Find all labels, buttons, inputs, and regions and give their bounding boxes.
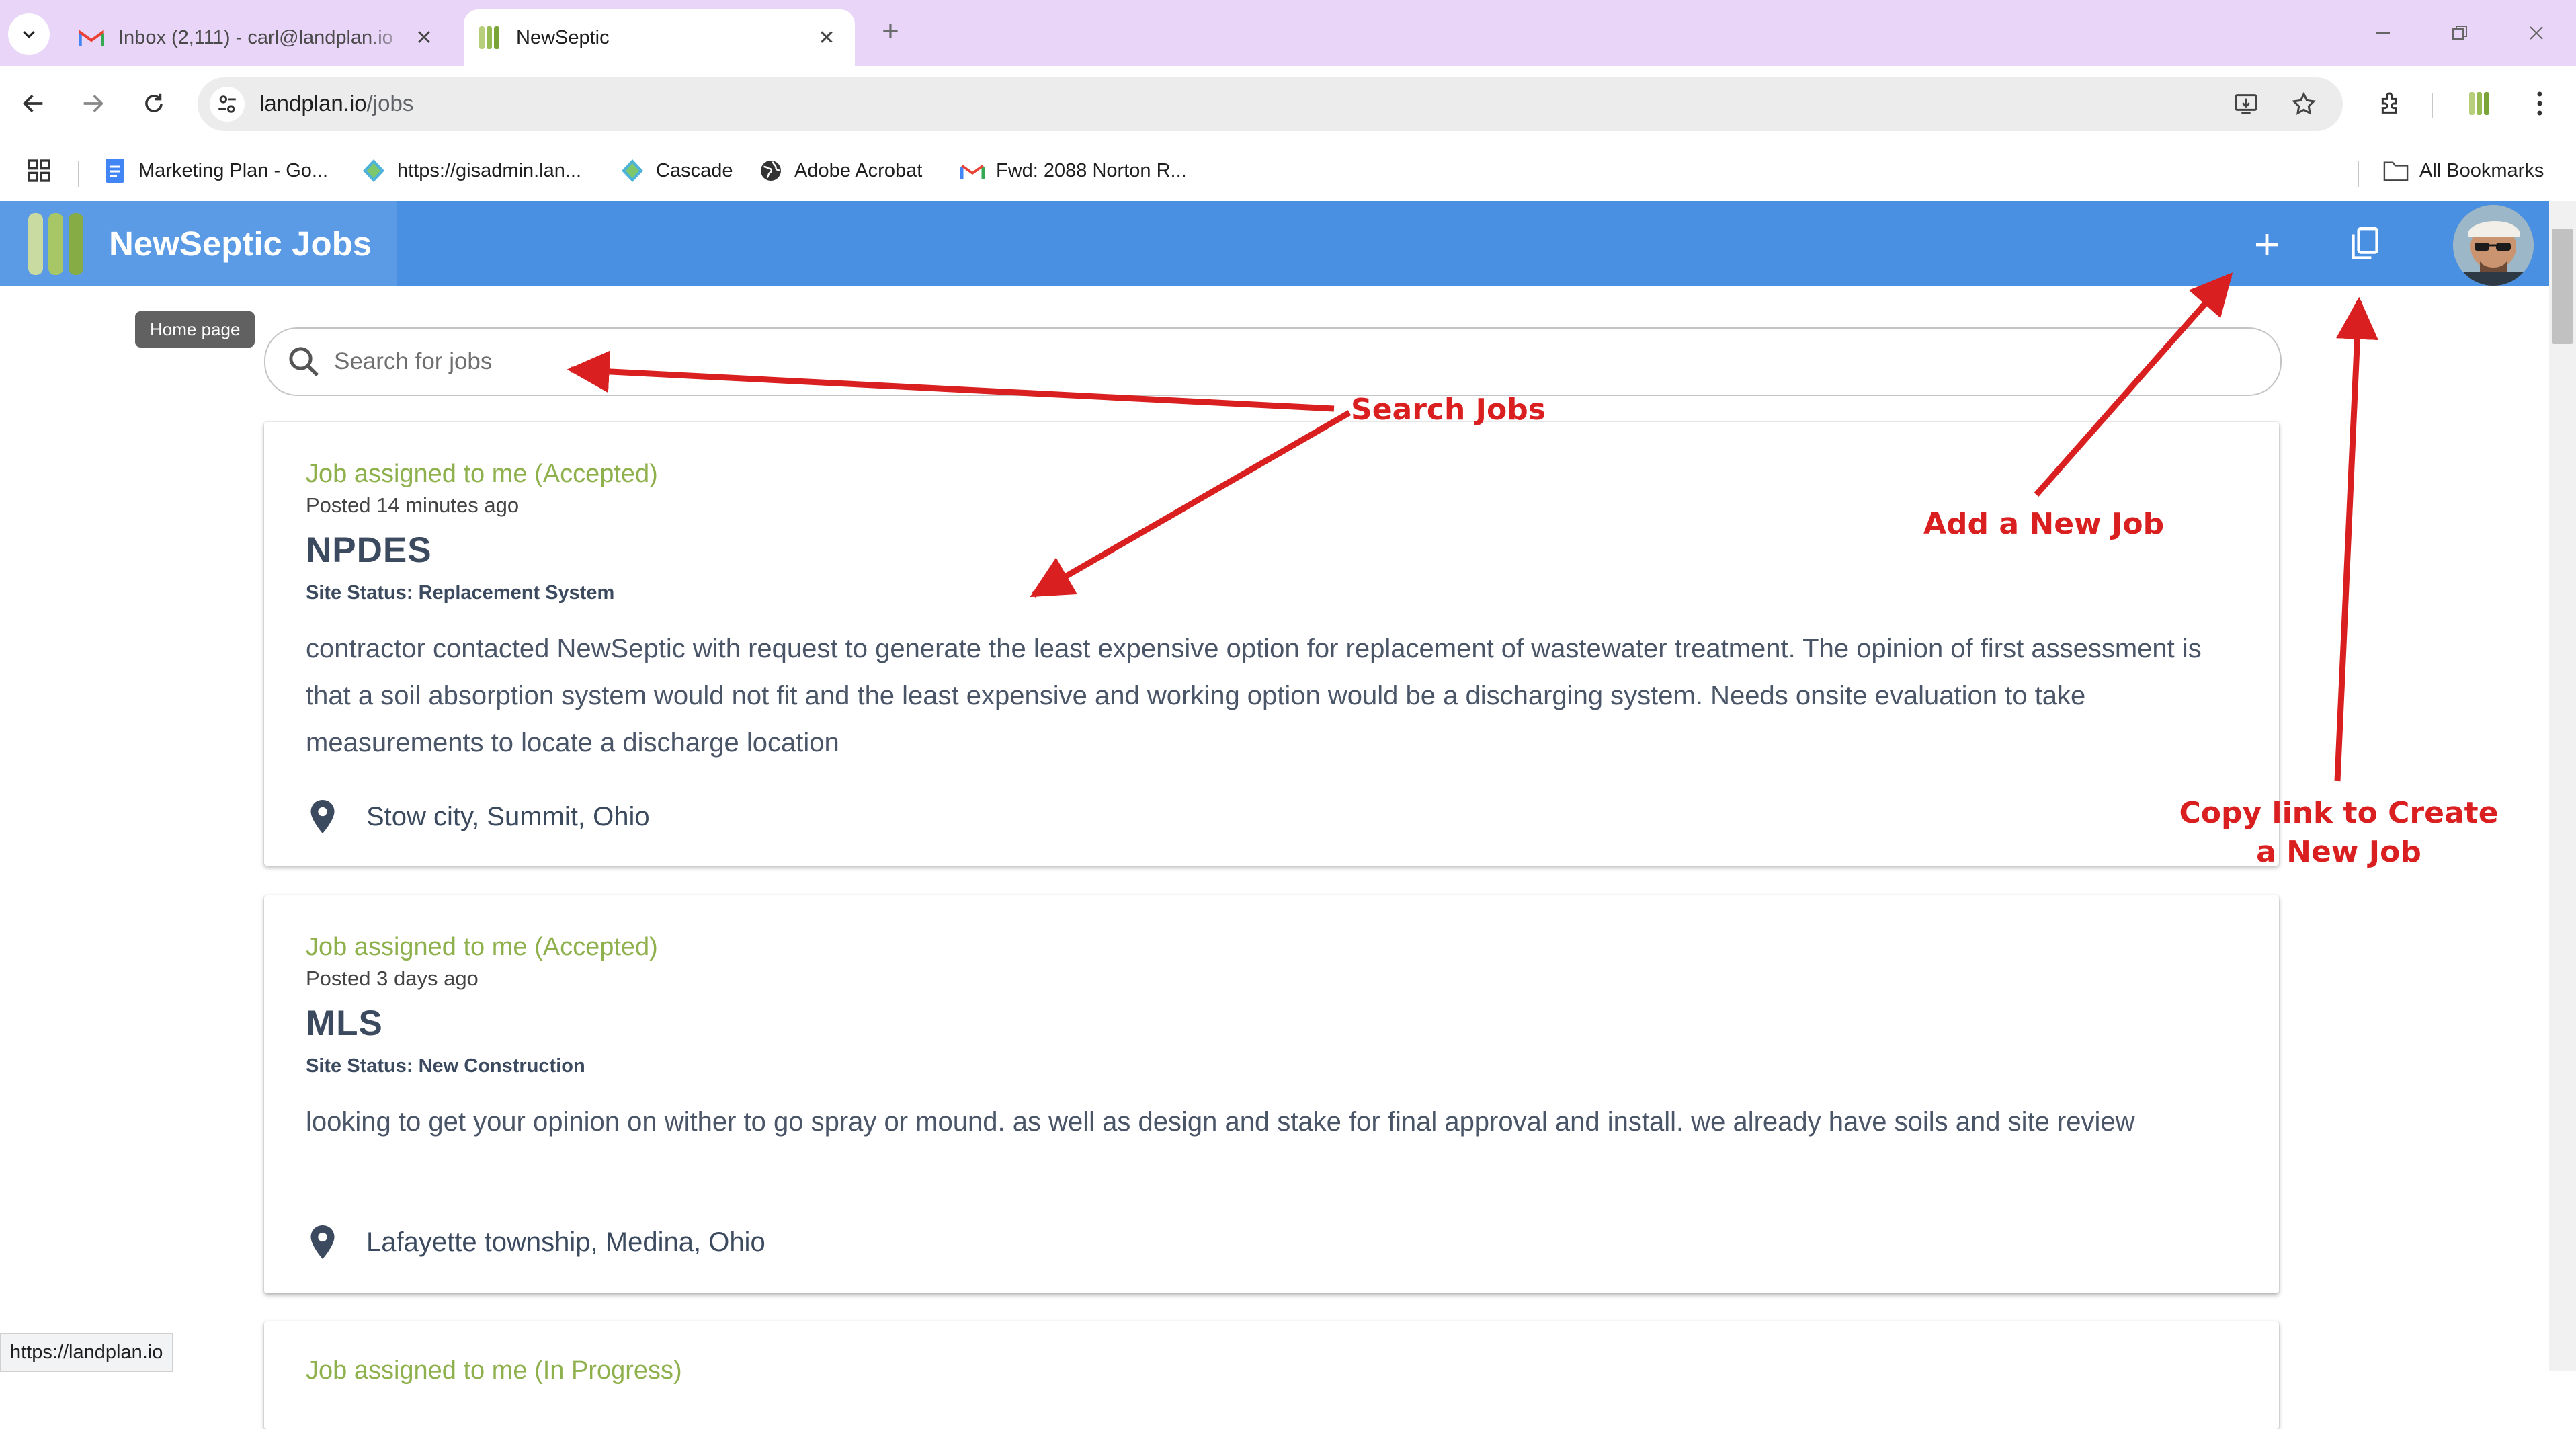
annotation-arrows: [567, 272, 2378, 782]
arrow-to-search: [567, 350, 1335, 412]
status-bar-url: https://landplan.io: [0, 1333, 173, 1372]
arrow-to-job-card: [1030, 410, 1352, 598]
annotation-add-new-job: Add a New Job: [1923, 507, 2165, 541]
arrow-to-copy-button: [2334, 296, 2378, 782]
annotation-copy-link: Copy link to Create a New Job: [2179, 796, 2499, 869]
annotation-search-jobs: Search Jobs: [1351, 393, 1546, 427]
arrow-to-add-button: [2034, 272, 2233, 497]
